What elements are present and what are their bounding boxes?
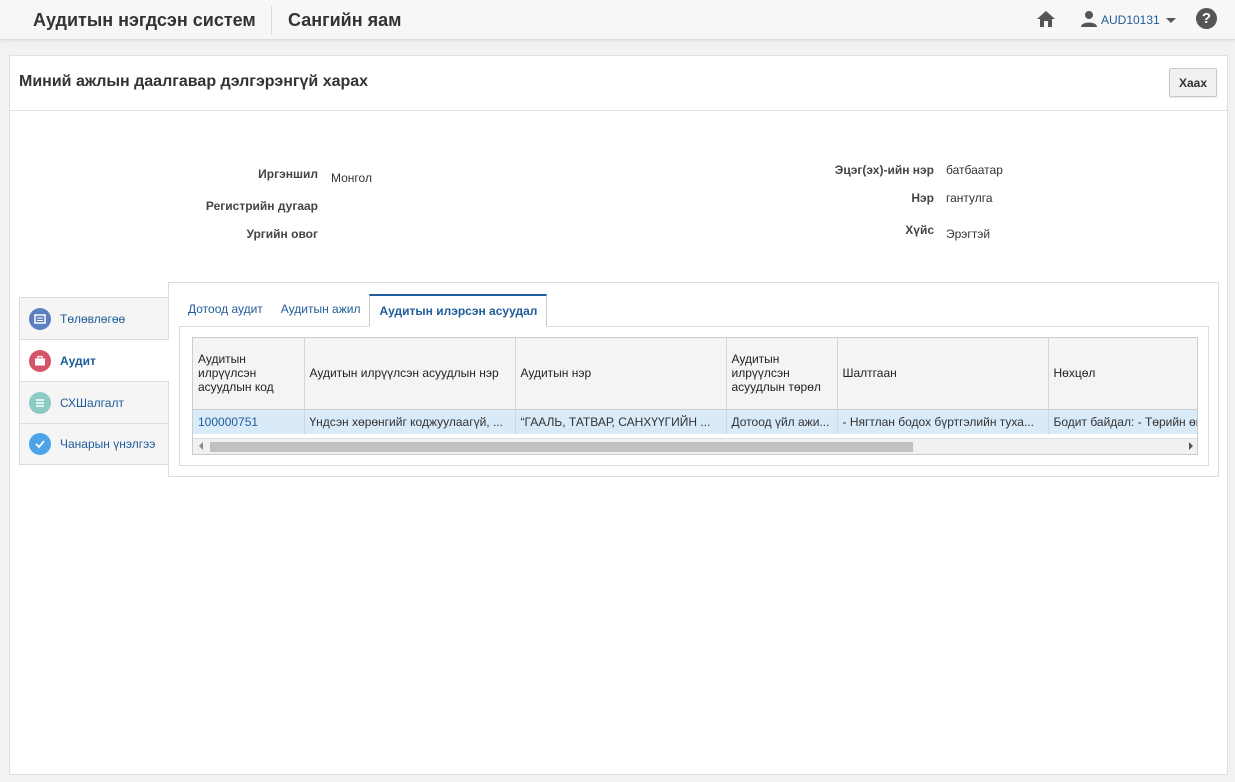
- sidebar-item-quality[interactable]: Чанарын үнэлгээ: [19, 423, 169, 465]
- tab-internal-audit[interactable]: Дотоод аудит: [179, 294, 272, 327]
- panel-header: Миний ажлын даалгавар дэлгэрэнгүй харах …: [10, 56, 1227, 111]
- column-header[interactable]: Нөхцөл: [1048, 338, 1197, 410]
- tab-audit-work[interactable]: Аудитын ажил: [272, 294, 370, 327]
- tab-audit-findings[interactable]: Аудитын илэрсэн асуудал: [369, 294, 548, 327]
- user-icon: [1080, 10, 1098, 31]
- side-nav: Төлөвлөгөө Аудит СХШалгалт Чанарын үнэлг…: [19, 297, 169, 465]
- username: AUD10131: [1101, 13, 1160, 27]
- sidebar-item-label: Төлөвлөгөө: [60, 311, 126, 326]
- home-icon[interactable]: [1035, 9, 1057, 29]
- help-icon[interactable]: ?: [1196, 8, 1217, 29]
- top-bar: Аудитын нэгдсэн систем Сангийн яам AUD10…: [0, 0, 1235, 40]
- reason-cell: - Нягтлан бодох бүртгэлийн туха...: [837, 409, 1049, 434]
- close-button[interactable]: Хаах: [1169, 68, 1217, 97]
- check-icon: [29, 433, 51, 455]
- audit-name-cell: “ГААЛЬ, ТАТВАР, САНХҮҮГИЙН ...: [515, 409, 727, 434]
- column-header[interactable]: Аудитын нэр: [515, 338, 727, 410]
- plan-icon: [29, 307, 51, 330]
- sidebar-item-audit[interactable]: Аудит: [19, 339, 169, 381]
- findings-table: Аудитын илрүүлсэн асуудлын код Аудитын и…: [192, 337, 1198, 455]
- register-label: Регистрийн дугаар: [205, 199, 318, 213]
- finding-name-cell: Үндсэн хөрөнгийг коджуулаагүй, ...: [304, 409, 516, 434]
- column-header[interactable]: Аудитын илрүүлсэн асуудлын код: [193, 338, 305, 410]
- header-divider: [271, 6, 272, 35]
- finding-type-cell: Дотоод үйл ажи...: [726, 409, 838, 434]
- father-name-value: батбаатар: [946, 163, 1003, 177]
- column-header[interactable]: Шалтгаан: [837, 338, 1049, 410]
- family-name-label: Ургийн овог: [246, 227, 318, 241]
- list-icon: [29, 391, 51, 414]
- table-header-row: Аудитын илрүүлсэн асуудлын код Аудитын и…: [193, 338, 1197, 410]
- citizenship-label: Иргэншил: [258, 167, 318, 181]
- sidebar-item-label: Аудит: [60, 353, 96, 368]
- page-title: Миний ажлын даалгавар дэлгэрэнгүй харах: [19, 73, 369, 90]
- horizontal-scrollbar[interactable]: [193, 438, 1197, 454]
- finding-code-cell[interactable]: 100000751: [193, 409, 305, 434]
- citizenship-value: Монгол: [331, 171, 372, 185]
- sidebar-item-plan[interactable]: Төлөвлөгөө: [19, 297, 169, 339]
- scroll-right-icon[interactable]: [1189, 442, 1193, 450]
- sidebar-item-label: СХШалгалт: [60, 395, 124, 410]
- name-label: Нэр: [911, 191, 934, 205]
- sidebar-item-label: Чанарын үнэлгээ: [60, 437, 156, 451]
- name-value: гантулга: [946, 191, 993, 205]
- column-header[interactable]: Аудитын илрүүлсэн асуудлын нэр: [304, 338, 516, 410]
- briefcase-icon: [29, 349, 51, 372]
- scroll-left-icon[interactable]: [199, 442, 203, 450]
- chevron-down-icon: [1165, 17, 1176, 23]
- table-row[interactable]: 100000751 Үндсэн хөрөнгийг коджуулаагүй,…: [193, 409, 1197, 434]
- gender-value: Эрэгтэй: [946, 227, 991, 241]
- gender-label: Хүйс: [905, 223, 934, 237]
- column-header[interactable]: Аудитын илрүүлсэн асуудлын төрөл: [726, 338, 838, 410]
- condition-cell: Бодит байдал: - Төрийн өм: [1048, 409, 1197, 434]
- tab-content: Аудитын илрүүлсэн асуудлын код Аудитын и…: [179, 326, 1209, 466]
- user-menu[interactable]: AUD10131: [1080, 10, 1176, 30]
- content-box: Дотоод аудит Аудитын ажил Аудитын илэрсэ…: [168, 282, 1219, 477]
- father-name-label: Эцэг(эх)-ийн нэр: [834, 163, 934, 177]
- sidebar-item-inspection[interactable]: СХШалгалт: [19, 381, 169, 423]
- app-title[interactable]: Аудитын нэгдсэн систем: [33, 10, 256, 31]
- org-title: Сангийн яам: [288, 10, 402, 30]
- scrollbar-thumb[interactable]: [210, 442, 913, 452]
- tab-bar: Дотоод аудит Аудитын ажил Аудитын илэрсэ…: [179, 294, 548, 327]
